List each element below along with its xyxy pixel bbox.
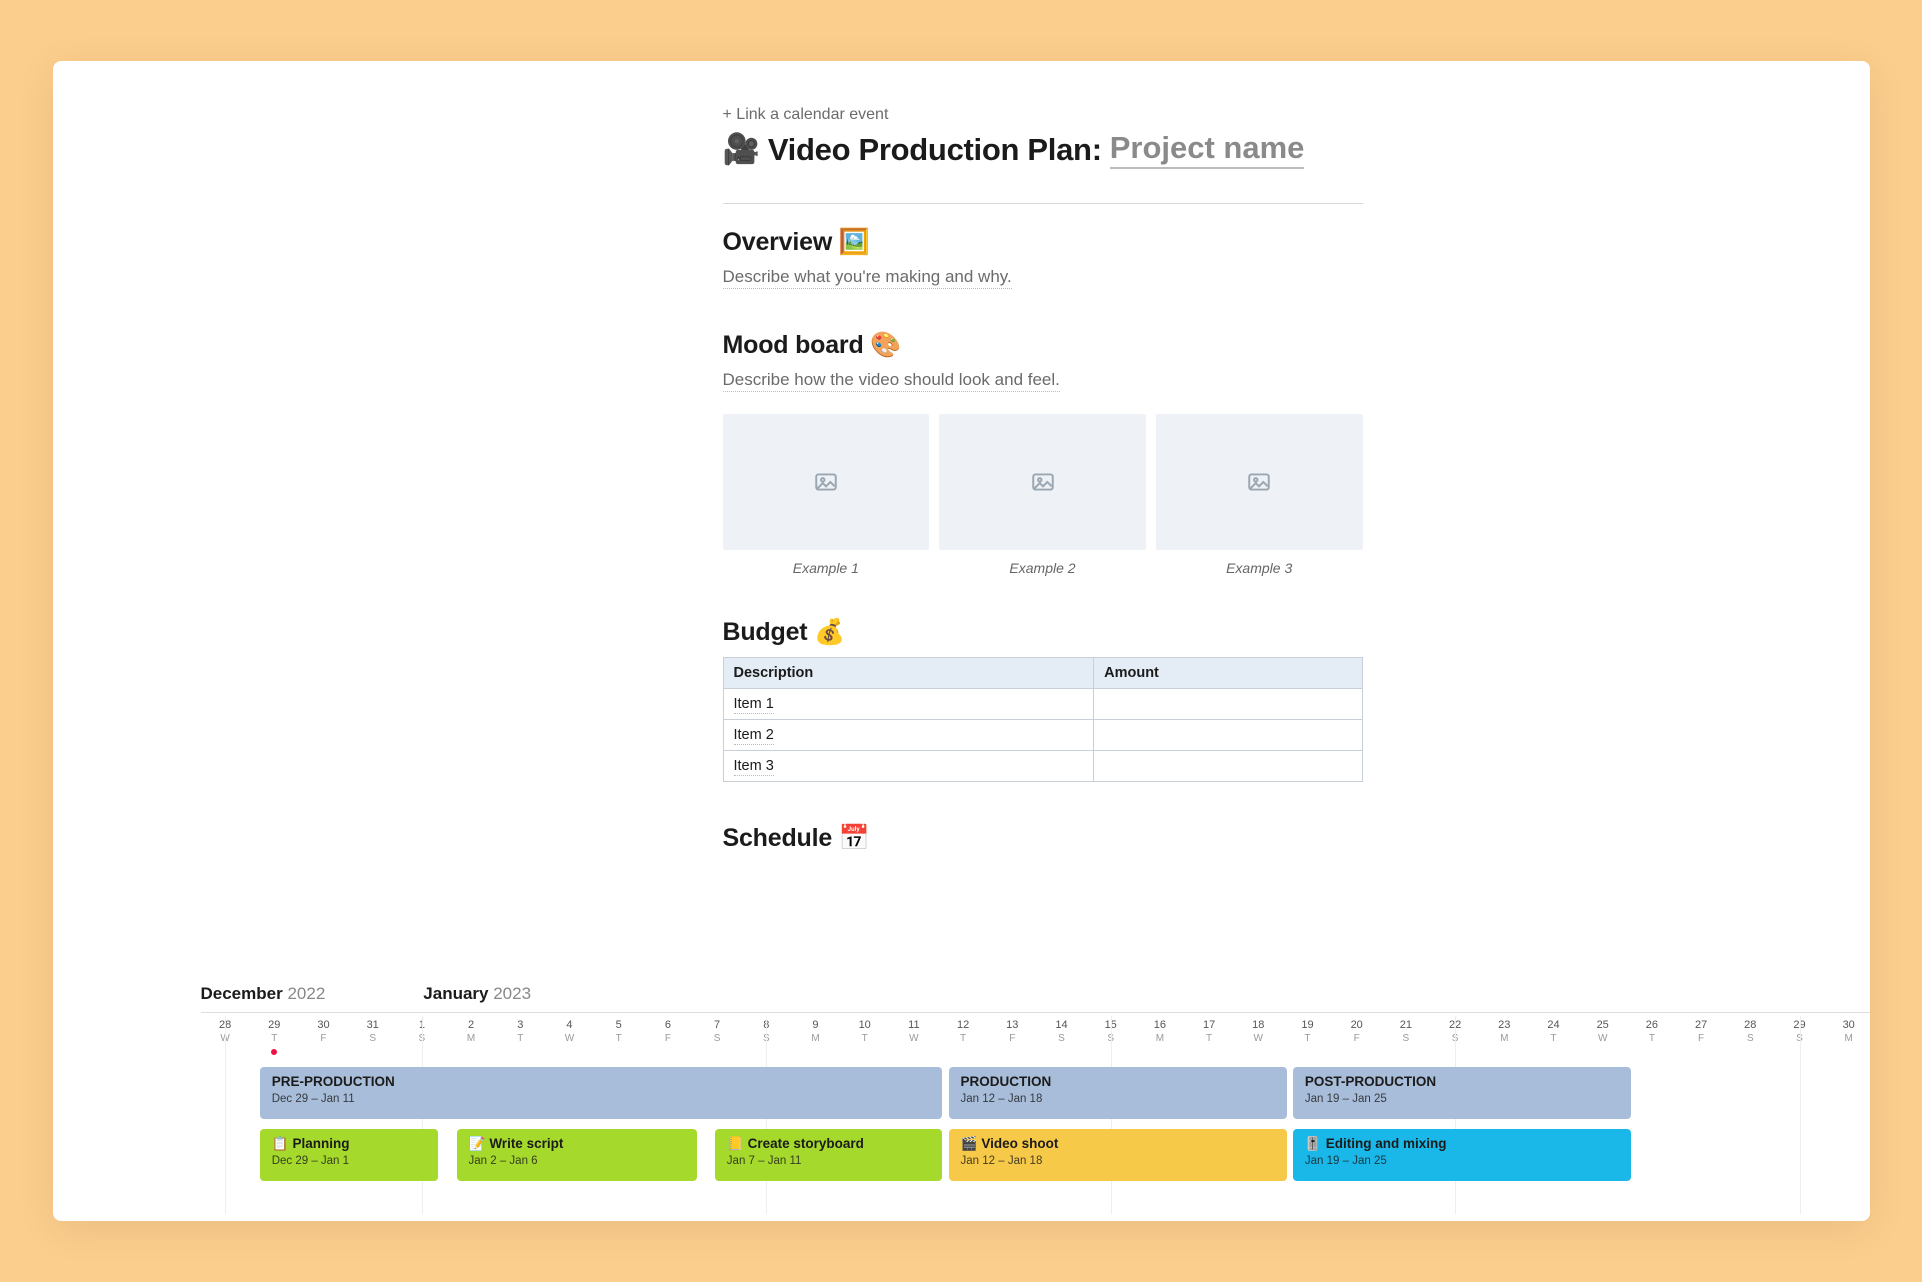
task-icon: 🎚️ <box>1305 1136 1322 1151</box>
budget-col-amount: Amount <box>1094 658 1362 689</box>
image-placeholder[interactable] <box>1156 414 1363 550</box>
timeline-day: 4W <box>545 1019 594 1044</box>
timeline-day: 1S <box>397 1019 446 1044</box>
budget-heading: Budget 💰 <box>723 618 1363 647</box>
title-prefix: Video Production Plan: <box>768 132 1102 168</box>
schedule-task-bar[interactable]: 📒Create storyboardJan 7 – Jan 11 <box>715 1129 943 1181</box>
timeline-day: 18W <box>1234 1019 1283 1044</box>
schedule-task-bar[interactable]: 📝Write scriptJan 2 – Jan 6 <box>457 1129 697 1181</box>
timeline-day: 12T <box>939 1019 988 1044</box>
moodboard-row: Example 1 Example 2 Example 3 <box>723 414 1363 576</box>
mood-card[interactable]: Example 2 <box>939 414 1146 576</box>
schedule-task-bar[interactable]: 📋PlanningDec 29 – Jan 1 <box>260 1129 439 1181</box>
timeline-day: 6F <box>643 1019 692 1044</box>
timeline-day: 16M <box>1135 1019 1184 1044</box>
document-page: + Link a calendar event 🎥 Video Producti… <box>53 61 1870 1221</box>
budget-amount-cell[interactable] <box>1094 720 1362 751</box>
moodboard-heading: Mood board 🎨 <box>723 331 1363 360</box>
timeline-day: 15S <box>1086 1019 1135 1044</box>
timeline-day: 25W <box>1578 1019 1627 1044</box>
timeline-day: 30M <box>1824 1019 1869 1044</box>
budget-desc-cell[interactable]: Item 2 <box>723 720 1094 751</box>
budget-col-desc: Description <box>723 658 1094 689</box>
mood-caption: Example 3 <box>1226 560 1292 576</box>
overview-prompt[interactable]: Describe what you're making and why. <box>723 267 1012 289</box>
timeline-day: 17T <box>1185 1019 1234 1044</box>
timeline-day: 5T <box>594 1019 643 1044</box>
timeline-day: 31S <box>348 1019 397 1044</box>
budget-desc-cell[interactable]: Item 3 <box>723 751 1094 782</box>
timeline-day: 30F <box>299 1019 348 1044</box>
moodboard-prompt[interactable]: Describe how the video should look and f… <box>723 370 1060 392</box>
overview-heading: Overview 🖼️ <box>723 228 1363 257</box>
timeline-day: 21S <box>1381 1019 1430 1044</box>
budget-row[interactable]: Item 2 <box>723 720 1362 751</box>
task-icon: 🎬 <box>961 1136 978 1151</box>
image-icon <box>1246 469 1272 495</box>
timeline-month-row: December 2022 January 2023 <box>201 984 1870 1004</box>
timeline-day: 20F <box>1332 1019 1381 1044</box>
timeline-day: 14S <box>1037 1019 1086 1044</box>
timeline-day: 8S <box>742 1019 791 1044</box>
link-calendar-button[interactable]: + Link a calendar event <box>723 106 1363 124</box>
timeline-day: 24T <box>1529 1019 1578 1044</box>
image-icon <box>1030 469 1056 495</box>
schedule-phase-bar[interactable]: PRODUCTIONJan 12 – Jan 18 <box>949 1067 1287 1119</box>
schedule-task-bar[interactable]: 🎬Video shootJan 12 – Jan 18 <box>949 1129 1287 1181</box>
schedule-phase-bar[interactable]: POST-PRODUCTIONJan 19 – Jan 25 <box>1293 1067 1631 1119</box>
timeline-day: 3T <box>496 1019 545 1044</box>
schedule-task-bar[interactable]: 🎚️Editing and mixingJan 19 – Jan 25 <box>1293 1129 1631 1181</box>
timeline-day: 7S <box>693 1019 742 1044</box>
timeline-day: 10T <box>840 1019 889 1044</box>
timeline-days: 28W29T30F31S1S2M3T4W5T6F7S8S9M10T11W12T1… <box>201 1019 1870 1053</box>
budget-amount-cell[interactable] <box>1094 751 1362 782</box>
timeline-day: 23M <box>1480 1019 1529 1044</box>
mood-caption: Example 2 <box>1009 560 1075 576</box>
timeline-day: 13F <box>988 1019 1037 1044</box>
budget-table: Description Amount Item 1Item 2Item 3 <box>723 657 1363 782</box>
image-placeholder[interactable] <box>939 414 1146 550</box>
schedule-timeline[interactable]: December 2022 January 2023 28W29T30F31S1S… <box>201 984 1870 1067</box>
task-icon: 📒 <box>727 1136 744 1151</box>
timeline-day: 26T <box>1627 1019 1676 1044</box>
timeline-month: December 2022 <box>201 984 326 1004</box>
timeline-month: January 2023 <box>423 984 531 1004</box>
timeline-day: 9M <box>791 1019 840 1044</box>
task-icon: 📝 <box>469 1136 486 1151</box>
schedule-heading: Schedule 📅 <box>723 824 1363 853</box>
document-body: + Link a calendar event 🎥 Video Producti… <box>723 106 1363 863</box>
budget-row[interactable]: Item 1 <box>723 689 1362 720</box>
mood-card[interactable]: Example 3 <box>1156 414 1363 576</box>
timeline-day: 27F <box>1677 1019 1726 1044</box>
budget-amount-cell[interactable] <box>1094 689 1362 720</box>
timeline-day: 19T <box>1283 1019 1332 1044</box>
timeline-day: 28W <box>201 1019 250 1044</box>
schedule-phase-bar[interactable]: PRE-PRODUCTIONDec 29 – Jan 11 <box>260 1067 943 1119</box>
budget-row[interactable]: Item 3 <box>723 751 1362 782</box>
image-icon <box>813 469 839 495</box>
image-placeholder[interactable] <box>723 414 930 550</box>
timeline-day: 29S <box>1775 1019 1824 1044</box>
timeline-day: 2M <box>447 1019 496 1044</box>
page-title: 🎥 Video Production Plan: Project name <box>723 130 1363 169</box>
project-name-field[interactable]: Project name <box>1110 130 1305 169</box>
timeline-day: 22S <box>1431 1019 1480 1044</box>
task-icon: 📋 <box>272 1136 289 1151</box>
mood-caption: Example 1 <box>793 560 859 576</box>
mood-card[interactable]: Example 1 <box>723 414 930 576</box>
timeline-day: 29T <box>250 1019 299 1044</box>
timeline-day: 11W <box>889 1019 938 1044</box>
movie-camera-icon: 🎥 <box>723 135 760 165</box>
divider <box>723 203 1363 204</box>
timeline-ruler <box>201 1012 1870 1013</box>
timeline-day: 28S <box>1726 1019 1775 1044</box>
today-marker <box>271 1049 277 1055</box>
budget-desc-cell[interactable]: Item 1 <box>723 689 1094 720</box>
